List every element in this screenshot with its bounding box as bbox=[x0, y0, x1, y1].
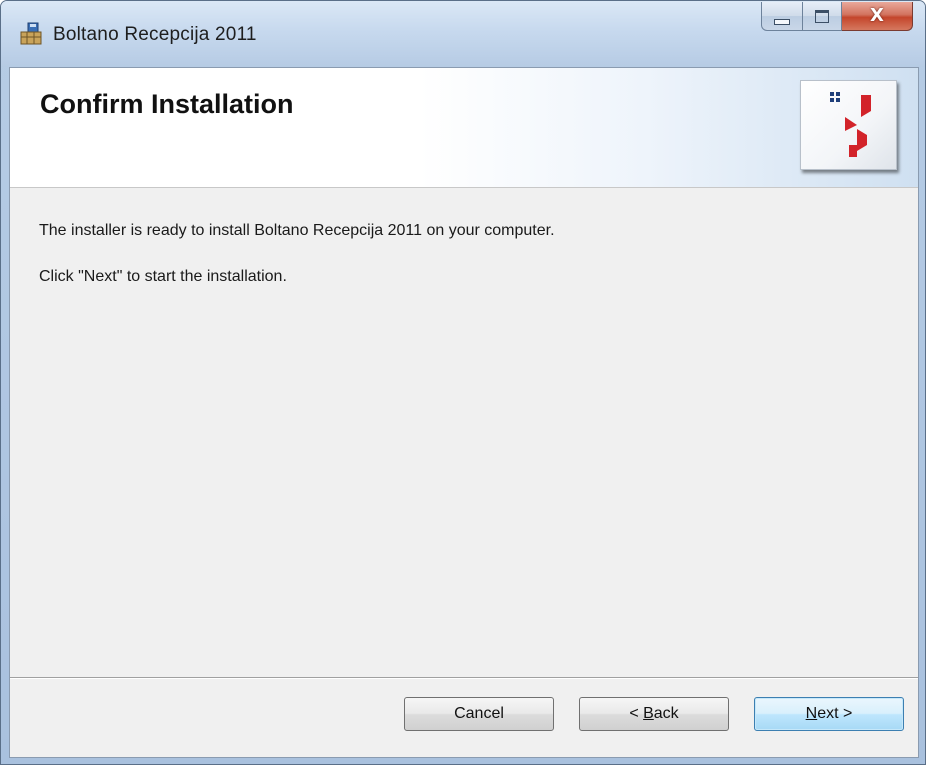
maximize-button[interactable] bbox=[803, 2, 842, 31]
installer-package-icon[interactable] bbox=[19, 22, 43, 46]
page-title: Confirm Installation bbox=[40, 89, 294, 119]
window-title: Boltano Recepcija 2011 bbox=[53, 24, 257, 45]
next-button-rest: ext > bbox=[817, 705, 853, 722]
cancel-button[interactable]: Cancel bbox=[404, 697, 554, 731]
header-banner: Confirm Installation bbox=[10, 68, 918, 188]
cancel-button-label: Cancel bbox=[454, 705, 504, 722]
installer-window: Boltano Recepcija 2011 X Confirm Install… bbox=[0, 0, 926, 765]
ready-message: The installer is ready to install Boltan… bbox=[39, 222, 555, 239]
back-button-rest: ack bbox=[653, 705, 679, 722]
back-button-prefix: < bbox=[629, 705, 644, 722]
caption-buttons: X bbox=[761, 2, 913, 32]
dialog-client-area: Confirm Installation The installer is re… bbox=[9, 67, 919, 758]
title-bar[interactable]: Boltano Recepcija 2011 X bbox=[1, 1, 925, 67]
maximize-icon bbox=[815, 10, 829, 23]
instruction-message: Click "Next" to start the installation. bbox=[39, 268, 287, 285]
back-button[interactable]: < Back bbox=[579, 697, 729, 731]
close-button[interactable]: X bbox=[842, 2, 913, 31]
next-button-mnemonic: N bbox=[805, 705, 818, 722]
minimize-button[interactable] bbox=[761, 2, 803, 31]
close-icon: X bbox=[870, 5, 884, 26]
footer-divider bbox=[10, 677, 918, 679]
minimize-icon bbox=[774, 19, 790, 25]
next-button[interactable]: Next > bbox=[754, 697, 904, 731]
boltano-logo-icon bbox=[800, 80, 897, 170]
back-button-mnemonic: B bbox=[643, 705, 654, 722]
